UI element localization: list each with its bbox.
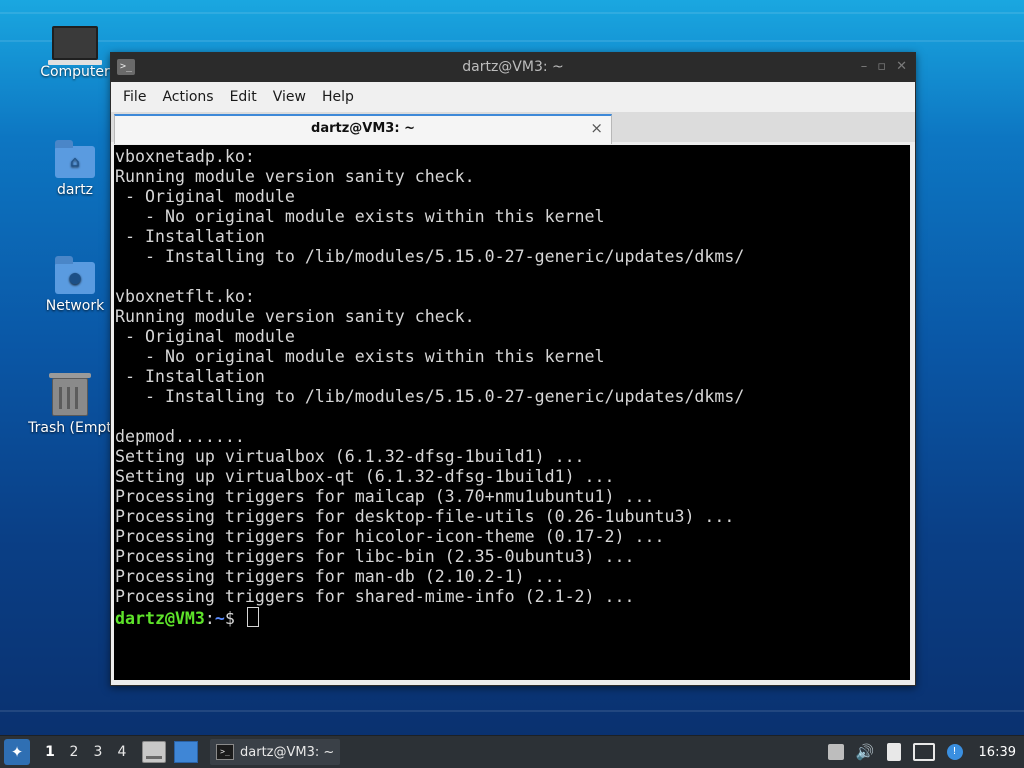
- tab-bar: dartz@VM3: ~ ×: [111, 112, 915, 144]
- volume-icon[interactable]: 🔊: [856, 743, 875, 761]
- desktop-icon-label: Computer: [40, 64, 110, 80]
- wallpaper-streak: [0, 40, 1024, 42]
- taskbar: ✦ 1 2 3 4 >_ dartz@VM3: ~ 🔊 ! 16:39: [0, 735, 1024, 768]
- tab-title: dartz@VM3: ~: [311, 121, 415, 136]
- start-menu-button[interactable]: ✦: [4, 739, 30, 765]
- menu-bar: File Actions Edit View Help: [111, 82, 915, 112]
- terminal-line: - No original module exists within this …: [115, 347, 605, 366]
- desktop-icon-label: Trash (Empt: [28, 420, 112, 436]
- terminal-line: - Installation: [115, 227, 265, 246]
- desktop-icon-network[interactable]: ● Network: [27, 256, 123, 314]
- wallpaper-streak: [0, 12, 1024, 14]
- menu-actions[interactable]: Actions: [156, 89, 219, 105]
- clipboard-icon[interactable]: [886, 743, 901, 761]
- file-manager-launcher-icon[interactable]: [142, 741, 166, 763]
- window-title: dartz@VM3: ~: [462, 59, 564, 75]
- terminal-cursor: [246, 607, 259, 627]
- minimize-icon[interactable]: –: [861, 59, 868, 74]
- terminal-line: - Installing to /lib/modules/5.15.0-27-g…: [115, 387, 745, 406]
- terminal-line: - Original module: [115, 327, 295, 346]
- removable-media-icon[interactable]: [827, 744, 844, 760]
- terminal-output[interactable]: vboxnetadp.ko: Running module version sa…: [114, 145, 910, 680]
- maximize-icon[interactable]: ▫: [877, 59, 886, 74]
- window-titlebar[interactable]: >_ dartz@VM3: ~ – ▫ ✕: [111, 53, 915, 82]
- system-tray: 🔊 ! 16:39: [827, 736, 1016, 768]
- terminal-line: - Original module: [115, 187, 295, 206]
- terminal-line: Running module version sanity check.: [115, 167, 475, 186]
- terminal-line: Processing triggers for mailcap (3.70+nm…: [115, 487, 655, 506]
- terminal-line: - Installing to /lib/modules/5.15.0-27-g…: [115, 247, 745, 266]
- terminal-line: Running module version sanity check.: [115, 307, 475, 326]
- desktop-icon-label: dartz: [56, 182, 94, 198]
- desktop-icon-home[interactable]: ⌂ dartz: [27, 140, 123, 198]
- desktop-icon-label: Network: [45, 298, 105, 314]
- trash-icon: [49, 373, 91, 416]
- wallpaper-streak: [0, 710, 1024, 712]
- terminal-line: - Installation: [115, 367, 265, 386]
- workspace-2[interactable]: 2: [62, 744, 86, 760]
- terminal-window[interactable]: >_ dartz@VM3: ~ – ▫ ✕ File Actions Edit …: [110, 52, 916, 686]
- tab-close-icon[interactable]: ×: [590, 119, 603, 137]
- prompt-path: ~: [214, 609, 225, 628]
- computer-icon: [48, 26, 102, 65]
- task-label: dartz@VM3: ~: [240, 744, 335, 760]
- menu-view[interactable]: View: [267, 89, 312, 105]
- prompt-colon: :: [204, 609, 215, 628]
- menu-edit[interactable]: Edit: [224, 89, 263, 105]
- window-controls: – ▫ ✕: [861, 59, 907, 74]
- terminal-line: Processing triggers for desktop-file-uti…: [115, 507, 735, 526]
- workspace-1[interactable]: 1: [38, 744, 62, 760]
- update-notifier-icon[interactable]: !: [946, 744, 963, 760]
- terminal-line: Processing triggers for shared-mime-info…: [115, 587, 635, 606]
- desktop-icon-trash[interactable]: Trash (Empt: [22, 373, 118, 436]
- desktop-icon-computer[interactable]: Computer: [27, 26, 123, 80]
- workspace-4[interactable]: 4: [110, 744, 134, 760]
- terminal-line: Setting up virtualbox-qt (6.1.32-dfsg-1b…: [115, 467, 615, 486]
- network-folder-icon: ●: [55, 256, 95, 294]
- terminal-text: vboxnetadp.ko: Running module version sa…: [114, 145, 910, 629]
- terminal-line: vboxnetflt.ko:: [115, 287, 255, 306]
- network-icon[interactable]: [912, 743, 935, 761]
- tab-terminal[interactable]: dartz@VM3: ~ ×: [114, 114, 612, 144]
- prompt-user: dartz@VM3: [115, 609, 205, 628]
- menu-file[interactable]: File: [117, 89, 152, 105]
- terminal-line: Setting up virtualbox (6.1.32-dfsg-1buil…: [115, 447, 585, 466]
- terminal-line: vboxnetadp.ko:: [115, 147, 255, 166]
- show-desktop-icon[interactable]: [174, 741, 198, 763]
- terminal-line: depmod.......: [115, 427, 245, 446]
- terminal-line: Processing triggers for libc-bin (2.35-0…: [115, 547, 635, 566]
- workspace-switcher: 1 2 3 4: [38, 744, 134, 760]
- terminal-line: Processing triggers for hicolor-icon-the…: [115, 527, 665, 546]
- home-folder-icon: ⌂: [55, 140, 95, 178]
- terminal-line: - No original module exists within this …: [115, 207, 605, 226]
- close-icon[interactable]: ✕: [896, 59, 907, 74]
- terminal-line: Processing triggers for man-db (2.10.2-1…: [115, 567, 565, 586]
- taskbar-task-terminal[interactable]: >_ dartz@VM3: ~: [210, 739, 341, 765]
- workspace-3[interactable]: 3: [86, 744, 110, 760]
- menu-help[interactable]: Help: [316, 89, 360, 105]
- prompt-symbol: $: [224, 609, 245, 628]
- clock[interactable]: 16:39: [979, 745, 1016, 760]
- terminal-task-icon: >_: [216, 744, 234, 760]
